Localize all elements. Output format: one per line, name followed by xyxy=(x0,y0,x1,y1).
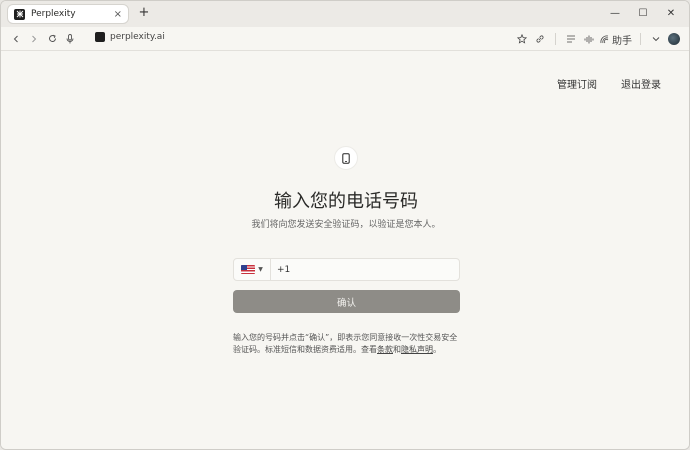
phone-number-input[interactable]: +1 xyxy=(277,265,290,275)
site-favicon-icon xyxy=(95,32,105,42)
confirm-button[interactable]: 确认 xyxy=(233,290,460,313)
assistant-label: 助手 xyxy=(612,35,632,47)
terms-and: 和 xyxy=(393,345,401,354)
phone-badge xyxy=(334,146,358,170)
terms-end: 。 xyxy=(433,345,441,354)
bookmark-star-icon[interactable] xyxy=(513,30,531,48)
country-selector[interactable]: ▼ xyxy=(234,259,271,280)
minimize-button[interactable]: — xyxy=(601,4,629,22)
page-title: 输入您的电话号码 xyxy=(274,191,418,212)
link-icon[interactable] xyxy=(531,30,549,48)
caret-down-icon: ▼ xyxy=(258,266,263,273)
window-controls: — ☐ ✕ xyxy=(601,4,685,22)
browser-window: Perplexity × + — ☐ ✕ perplexity.ai 助手 管理… xyxy=(0,0,690,450)
profile-avatar[interactable] xyxy=(665,30,683,48)
assistant-button[interactable]: 助手 xyxy=(598,30,634,48)
microphone-icon[interactable] xyxy=(61,30,79,48)
tab-title: Perplexity xyxy=(31,9,76,19)
phone-input-group: ▼ +1 xyxy=(233,258,460,281)
perplexity-favicon-icon xyxy=(14,8,25,20)
logout-link[interactable]: 退出登录 xyxy=(621,76,661,91)
toolbar-divider xyxy=(555,33,556,45)
new-tab-button[interactable]: + xyxy=(137,5,151,21)
us-flag-icon xyxy=(241,265,256,274)
assistant-icon xyxy=(600,35,609,43)
privacy-link[interactable]: 隐私声明 xyxy=(401,345,433,354)
terms-notice: 输入您的号码并点击“确认”，即表示您同意接收一次性交易安全验证码。标准短信和数据… xyxy=(233,332,463,356)
address-bar[interactable]: perplexity.ai xyxy=(95,32,165,42)
title-bar: Perplexity × + — ☐ ✕ xyxy=(1,1,689,27)
toolbar-actions: 助手 xyxy=(513,30,683,48)
reload-icon[interactable] xyxy=(43,30,61,48)
manage-subscription-link[interactable]: 管理订阅 xyxy=(557,76,597,91)
tab-close-icon[interactable]: × xyxy=(114,9,122,20)
avatar xyxy=(668,33,680,45)
audio-wave-icon[interactable] xyxy=(580,30,598,48)
terms-link[interactable]: 条款 xyxy=(377,345,393,354)
maximize-button[interactable]: ☐ xyxy=(629,4,657,22)
chevron-down-icon[interactable] xyxy=(647,30,665,48)
address-toolbar: perplexity.ai 助手 xyxy=(1,27,689,51)
forward-icon[interactable] xyxy=(25,30,43,48)
mobile-phone-icon xyxy=(342,152,350,164)
toolbar-divider xyxy=(640,33,641,45)
url-text: perplexity.ai xyxy=(110,32,165,42)
login-page: 管理订阅 退出登录 输入您的电话号码 我们将向您发送安全验证码，以验证是您本人。… xyxy=(1,52,689,449)
top-links: 管理订阅 退出登录 xyxy=(557,76,661,91)
reading-list-icon[interactable] xyxy=(562,30,580,48)
page-subtitle: 我们将向您发送安全验证码，以验证是您本人。 xyxy=(251,220,441,230)
close-window-button[interactable]: ✕ xyxy=(657,4,685,22)
tab-perplexity[interactable]: Perplexity × xyxy=(7,4,129,24)
back-icon[interactable] xyxy=(7,30,25,48)
